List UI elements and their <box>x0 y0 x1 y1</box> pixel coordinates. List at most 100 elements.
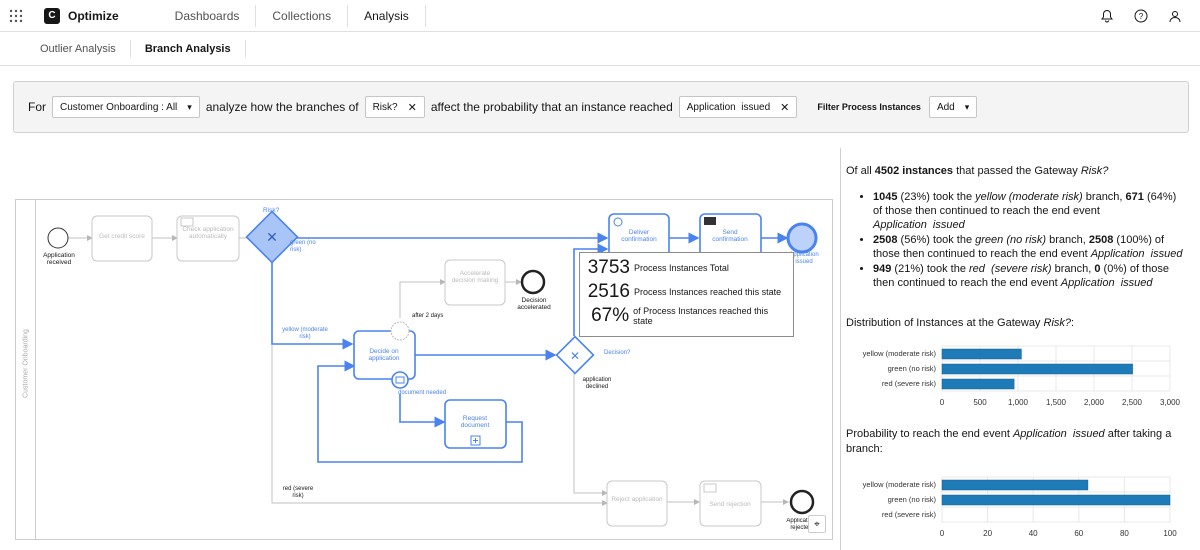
process-select[interactable]: Customer Onboarding : All ▾ <box>52 96 200 118</box>
branch-list: 1045 (23%) took the yellow (moderate ris… <box>873 190 1186 290</box>
branch-statistics: Of all 4502 instances that passed the Ga… <box>846 164 1186 291</box>
flow-yellow-label: yellow (moderate risk) <box>282 327 328 340</box>
brand-name[interactable]: Optimize <box>68 9 119 23</box>
end-event-tooltip: 3753 Process Instances Total 2516 Proces… <box>579 252 794 337</box>
analyze-label: analyze how the branches of <box>205 100 359 114</box>
tooltip-reached-value: 2516 <box>587 281 630 302</box>
task-get-credit-score[interactable]: Get credit score <box>92 233 152 240</box>
gateway-chip[interactable]: Risk? ✕ <box>364 96 425 118</box>
bar <box>941 363 1133 375</box>
analysis-subnav: Outlier Analysis Branch Analysis <box>0 32 1200 66</box>
user-profile-icon[interactable] <box>1162 3 1188 29</box>
declined-flow-label: application declined <box>582 377 612 390</box>
end-decision-accelerated-label: Decision accelerated <box>517 297 551 311</box>
clear-gateway-icon[interactable]: ✕ <box>408 101 417 114</box>
x-tick-label: 20 <box>983 529 992 538</box>
tooltip-percent-value: 67% <box>591 305 630 326</box>
probability-title: Probability to reach the end event Appli… <box>846 428 1172 455</box>
gateway-risk-label[interactable]: Risk? <box>263 207 279 214</box>
tooltip-reached-label: Process Instances reached this state <box>634 287 782 297</box>
task-check-application[interactable]: Check application automatically <box>180 226 236 240</box>
reset-zoom-button[interactable]: ⌖ <box>808 515 826 533</box>
probability-chart: 0 20 40 60 80 100 yellow (moderate risk) green … <box>863 476 1177 538</box>
x-tick-label: 500 <box>973 398 987 407</box>
task-deliver-confirmation[interactable]: Deliver confirmation <box>613 229 665 243</box>
process-select-value: Customer Onboarding : All <box>60 101 178 113</box>
nav-collections[interactable]: Collections <box>256 4 349 27</box>
tab-outlier-analysis[interactable]: Outlier Analysis <box>26 39 131 58</box>
category-label: green (no risk) <box>888 495 937 504</box>
nav-analysis[interactable]: Analysis <box>348 4 426 27</box>
crosshair-icon: ⌖ <box>814 518 820 530</box>
end-event-chip[interactable]: Application issued ✕ <box>678 96 798 118</box>
task-send-rejection[interactable]: Send rejection <box>704 501 756 508</box>
start-event-label: Application received <box>43 252 75 266</box>
bar <box>941 378 1015 390</box>
bpmn-canvas: ✕ ✕ <box>47 210 818 527</box>
tooltip-row-percent: 67% of Process Instances reached this st… <box>586 305 787 327</box>
gateway-name: Risk? <box>1080 165 1109 177</box>
task-decide-on-application[interactable]: Decide on application <box>358 348 410 362</box>
clear-end-event-icon[interactable]: ✕ <box>780 101 789 114</box>
chevron-down-icon: ▾ <box>964 101 970 112</box>
for-label: For <box>28 100 46 114</box>
affect-label: affect the probability that an instance … <box>430 100 673 114</box>
x-tick-label: 0 <box>940 398 945 407</box>
end-event-chip-label: Application issued <box>686 101 771 113</box>
svg-text:✕: ✕ <box>570 349 580 363</box>
notifications-bell-icon[interactable] <box>1094 3 1120 29</box>
panel-divider <box>840 148 841 550</box>
gateway-decision-label[interactable]: Decision? <box>604 350 630 356</box>
top-bar: C Optimize Dashboards Collections Analys… <box>0 0 1200 32</box>
doc-needed-label: document needed <box>398 390 447 396</box>
gateway-chip-label: Risk? <box>372 101 398 113</box>
add-filter-label: Add <box>936 101 955 113</box>
bpmn-diagram[interactable]: Customer Onboarding ✕ ✕ Application rece… <box>15 199 833 540</box>
add-filter-button[interactable]: Add ▾ <box>928 96 978 118</box>
distribution-title: Distribution of Instances at the Gateway… <box>846 317 1075 329</box>
x-tick-label: 40 <box>1029 529 1038 538</box>
app-switcher-icon[interactable] <box>0 0 32 32</box>
task-accelerate[interactable]: Accelerate decision making <box>449 270 501 284</box>
task-reject-application[interactable]: Reject application <box>611 496 663 503</box>
stats-intro: Of all 4502 instances that passed the Ga… <box>846 165 1109 177</box>
bar <box>941 348 1022 360</box>
tooltip-percent-label: of Process Instances reached this state <box>633 306 769 326</box>
distribution-chart: 0 500 1,000 1,500 2,000 2,500 3,000 yellow (mod… <box>863 345 1181 407</box>
camunda-logo: C <box>44 7 60 24</box>
branch-yellow-item: 1045 (23%) took the yellow (moderate ris… <box>873 190 1186 232</box>
bar <box>941 479 1089 491</box>
x-tick-label: 1,500 <box>1046 398 1067 407</box>
nav-dashboards[interactable]: Dashboards <box>159 4 257 27</box>
x-tick-label: 3,000 <box>1160 398 1181 407</box>
x-tick-label: 2,500 <box>1122 398 1143 407</box>
branch-red-item: 949 (21%) took the red (severe risk) bra… <box>873 262 1186 290</box>
branch-analysis-controls: For Customer Onboarding : All ▾ analyze … <box>13 81 1189 133</box>
tooltip-total-label: Process Instances Total <box>634 263 729 273</box>
x-tick-label: 2,000 <box>1084 398 1105 407</box>
chevron-down-icon: ▾ <box>187 101 192 112</box>
x-tick-label: 100 <box>1163 529 1177 538</box>
svg-text:✕: ✕ <box>266 229 278 245</box>
task-request-document[interactable]: Request document <box>449 415 501 429</box>
category-label: yellow (moderate risk) <box>863 349 937 358</box>
flow-red-label: red (severe risk) <box>282 486 314 499</box>
filter-label: Filter Process Instances <box>817 102 921 112</box>
x-tick-label: 80 <box>1120 529 1129 538</box>
timer-after-days-label: after 2 days <box>412 313 444 319</box>
tooltip-row-reached: 2516 Process Instances reached this stat… <box>586 281 787 303</box>
bar <box>941 494 1171 506</box>
help-icon[interactable]: ? <box>1128 3 1154 29</box>
category-label: red (severe risk) <box>882 510 937 519</box>
task-send-confirmation[interactable]: Send confirmation <box>704 229 756 243</box>
x-tick-label: 1,000 <box>1008 398 1029 407</box>
tab-branch-analysis[interactable]: Branch Analysis <box>131 39 246 58</box>
category-label: red (severe risk) <box>882 379 937 388</box>
tooltip-total-value: 3753 <box>587 257 630 278</box>
instances-count: 4502 instances <box>874 165 954 177</box>
flow-green-label: green (no risk) <box>290 240 316 253</box>
x-tick-label: 0 <box>940 529 945 538</box>
branch-green-item: 2508 (56%) took the green (no risk) bran… <box>873 233 1186 261</box>
tooltip-row-total: 3753 Process Instances Total <box>586 257 787 279</box>
category-label: yellow (moderate risk) <box>863 480 937 489</box>
